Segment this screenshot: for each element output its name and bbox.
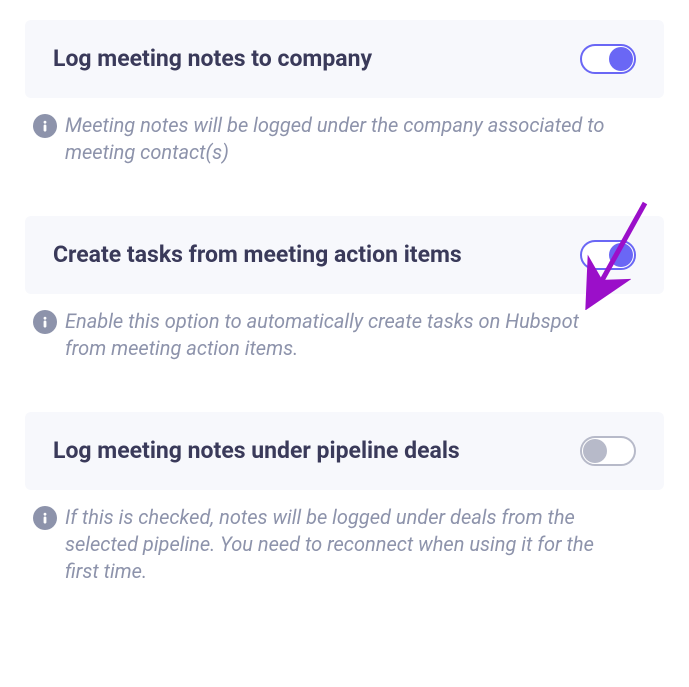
setting-header: Log meeting notes to company <box>25 20 664 98</box>
setting-description: Enable this option to automatically crea… <box>65 308 605 362</box>
setting-description: Meeting notes will be logged under the c… <box>65 112 605 166</box>
setting-title: Create tasks from meeting action items <box>53 240 462 270</box>
toggle-knob <box>583 439 607 463</box>
toggle-knob <box>609 47 633 71</box>
toggle-create-tasks[interactable] <box>580 240 636 270</box>
info-icon <box>33 310 57 334</box>
info-icon <box>33 506 57 530</box>
toggle-log-company[interactable] <box>580 44 636 74</box>
setting-title: Log meeting notes to company <box>53 44 372 74</box>
setting-description: If this is checked, notes will be logged… <box>65 504 605 585</box>
setting-title: Log meeting notes under pipeline deals <box>53 436 460 466</box>
setting-log-pipeline: Log meeting notes under pipeline deals I… <box>25 412 664 585</box>
setting-header: Log meeting notes under pipeline deals <box>25 412 664 490</box>
setting-description-row: Enable this option to automatically crea… <box>25 294 664 362</box>
setting-header: Create tasks from meeting action items <box>25 216 664 294</box>
info-icon <box>33 114 57 138</box>
setting-description-row: If this is checked, notes will be logged… <box>25 490 664 585</box>
setting-description-row: Meeting notes will be logged under the c… <box>25 98 664 166</box>
setting-log-company: Log meeting notes to company Meeting not… <box>25 20 664 166</box>
setting-create-tasks: Create tasks from meeting action items E… <box>25 216 664 362</box>
toggle-log-pipeline[interactable] <box>580 436 636 466</box>
toggle-knob <box>609 243 633 267</box>
